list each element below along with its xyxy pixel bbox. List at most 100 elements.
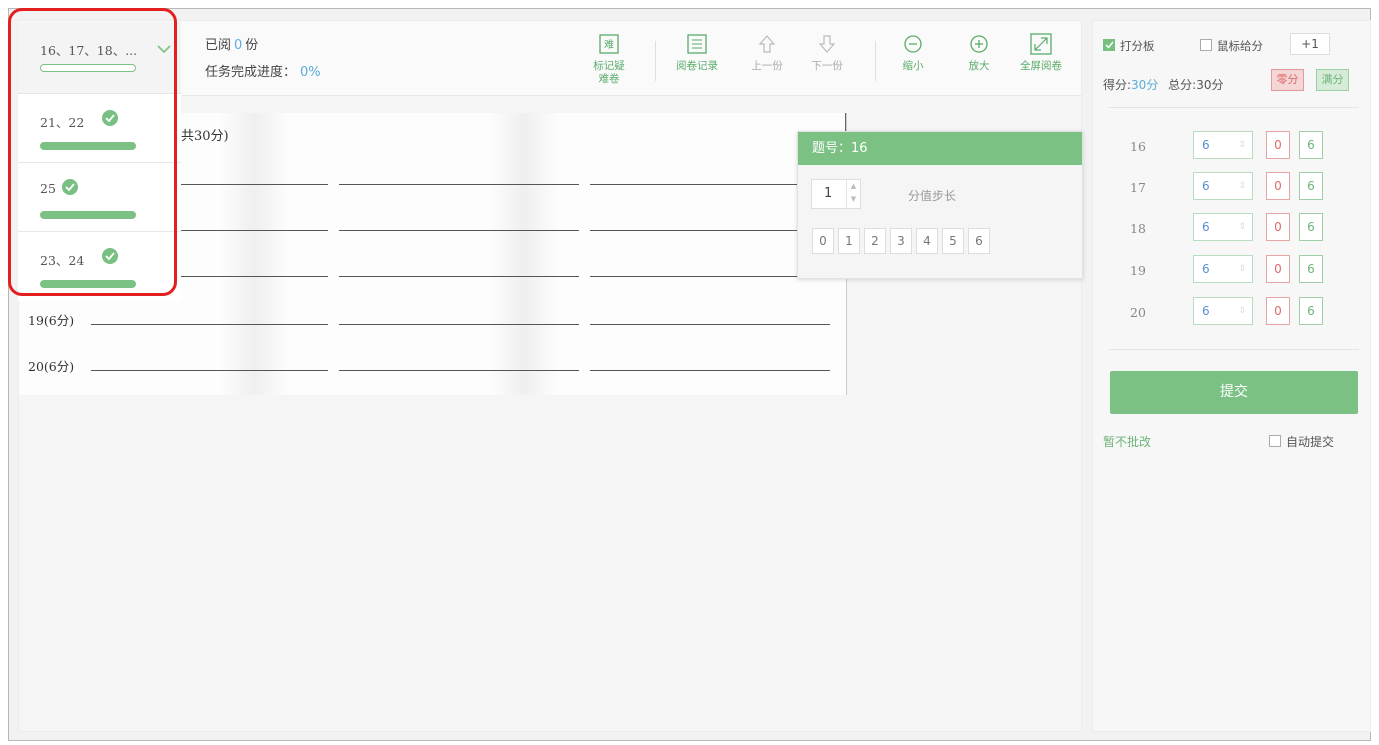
score-panel: 打分板 鼠标给分 +1 得分:30分 总分:30分 零分 满分 16 6 ⇕ 0 … (1092, 20, 1371, 732)
score-input[interactable]: 6 ⇕ (1193, 297, 1253, 325)
zoom-out-icon (902, 33, 924, 55)
score-summary: 得分:30分 总分:30分 (1103, 76, 1223, 93)
task-progress-label: 任务完成进度： (205, 65, 297, 80)
score-input[interactable]: 6 ⇕ (1193, 172, 1253, 200)
question-19-label: 19(6分) (28, 313, 75, 328)
row-full-button[interactable]: 6 (1299, 172, 1323, 200)
mouse-score-label: 鼠标给分 (1217, 39, 1263, 53)
question-20-label: 20(6分) (28, 359, 75, 374)
score-option[interactable]: 5 (942, 228, 964, 254)
defer-grading-link[interactable]: 暂不批改 (1103, 433, 1151, 450)
spinner-icon: ⇕ (1238, 181, 1246, 191)
auto-submit-label: 自动提交 (1286, 435, 1335, 449)
score-input[interactable]: 6 ⇕ (1193, 255, 1253, 283)
row-zero-button[interactable]: 0 (1266, 213, 1290, 241)
arrow-down-icon (816, 33, 838, 55)
spinner-icon: ⇕ (1238, 140, 1246, 150)
zoom-in-button[interactable]: 放大 (949, 33, 1009, 73)
mark-doubt-button[interactable]: 难 标记疑难卷 (579, 33, 639, 86)
score-input[interactable]: 6 ⇕ (1193, 213, 1253, 241)
score-popup: 题号：16 1 ▲ ▼ 分值步长 0 1 2 3 4 5 6 (797, 131, 1083, 279)
score-row: 20 6 ⇕ 0 6 (1093, 297, 1372, 327)
row-full-button[interactable]: 6 (1299, 297, 1323, 325)
row-zero-button[interactable]: 0 (1266, 131, 1290, 159)
answer-line (91, 324, 328, 325)
score-board-checkbox[interactable] (1103, 39, 1115, 51)
prev-label: 上一份 (751, 60, 783, 72)
auto-submit-checkbox[interactable] (1269, 435, 1281, 447)
row-zero-button[interactable]: 0 (1266, 172, 1290, 200)
score-option[interactable]: 2 (864, 228, 886, 254)
reviewed-label: 已阅 (205, 38, 232, 53)
question-number: 17 (1130, 180, 1146, 195)
answer-line (590, 324, 830, 325)
row-full-button[interactable]: 6 (1299, 131, 1323, 159)
row-zero-button[interactable]: 0 (1266, 297, 1290, 325)
question-number: 18 (1130, 221, 1146, 236)
answer-line (590, 276, 830, 277)
full-score-button[interactable]: 满分 (1316, 69, 1349, 91)
score-option[interactable]: 3 (890, 228, 912, 254)
answer-line (180, 230, 328, 231)
zoom-in-icon (968, 33, 990, 55)
score-option[interactable]: 4 (916, 228, 938, 254)
answer-line (180, 184, 328, 185)
row-zero-button[interactable]: 0 (1266, 255, 1290, 283)
score-input-value: 6 (1202, 262, 1210, 276)
divider (1109, 107, 1359, 108)
toolbar-divider (875, 41, 876, 81)
score-option[interactable]: 0 (812, 228, 834, 254)
scan-shadow (489, 113, 559, 395)
next-button[interactable]: 下一份 (797, 33, 857, 73)
question-number: 16 (1130, 139, 1146, 154)
mark-doubt-icon: 难 (598, 33, 620, 55)
score-option[interactable]: 6 (968, 228, 990, 254)
score-row: 16 6 ⇕ 0 6 (1093, 131, 1372, 161)
fullscreen-icon (1030, 33, 1052, 55)
score-row: 19 6 ⇕ 0 6 (1093, 255, 1372, 285)
zoom-out-label: 缩小 (902, 60, 924, 72)
submit-button[interactable]: 提交 (1110, 371, 1358, 414)
step-label: 分值步长 (908, 189, 957, 203)
score-row: 18 6 ⇕ 0 6 (1093, 213, 1372, 243)
row-full-button[interactable]: 6 (1299, 213, 1323, 241)
score-input-value: 6 (1202, 304, 1210, 318)
fullscreen-button[interactable]: 全屏阅卷 (1011, 33, 1071, 73)
answer-line (339, 184, 579, 185)
score-label: 得分: (1103, 78, 1132, 92)
fullscreen-label: 全屏阅卷 (1020, 60, 1062, 72)
answer-line (590, 370, 830, 371)
answer-line (590, 184, 830, 185)
question-number: 19 (1130, 263, 1146, 278)
arrow-up-icon (756, 33, 778, 55)
row-full-button[interactable]: 6 (1299, 255, 1323, 283)
divider (1109, 349, 1359, 350)
score-option[interactable]: 1 (838, 228, 860, 254)
spinner-icon: ⇕ (1238, 264, 1246, 274)
score-row: 17 6 ⇕ 0 6 (1093, 172, 1372, 202)
step-input[interactable]: 1 ▲ ▼ (811, 179, 861, 209)
answer-line (339, 324, 579, 325)
answer-line (180, 276, 328, 277)
task-progress: 任务完成进度： 0% (205, 61, 321, 80)
score-value: 30分 (1131, 78, 1159, 92)
zoom-out-button[interactable]: 缩小 (883, 33, 943, 73)
reviewed-count: 已阅 0 份 (205, 34, 258, 53)
score-input-value: 6 (1202, 220, 1210, 234)
score-input[interactable]: 6 ⇕ (1193, 131, 1253, 159)
history-label: 阅卷记录 (676, 60, 718, 72)
section-title: 共30分) (181, 129, 229, 144)
prev-button[interactable]: 上一份 (737, 33, 797, 73)
step-spinner[interactable]: ▲ ▼ (846, 180, 860, 208)
zoom-in-label: 放大 (968, 60, 990, 72)
plus-one-button[interactable]: +1 (1290, 33, 1330, 55)
zero-score-button[interactable]: 零分 (1271, 69, 1304, 91)
reviewed-number: 0 (234, 38, 243, 53)
score-input-value: 6 (1202, 138, 1210, 152)
spinner-icon: ⇕ (1238, 222, 1246, 232)
history-button[interactable]: 阅卷记录 (667, 33, 727, 73)
answer-line (339, 276, 579, 277)
mouse-score-checkbox[interactable] (1200, 39, 1212, 51)
step-value: 1 (824, 186, 833, 201)
answer-line (91, 370, 328, 371)
